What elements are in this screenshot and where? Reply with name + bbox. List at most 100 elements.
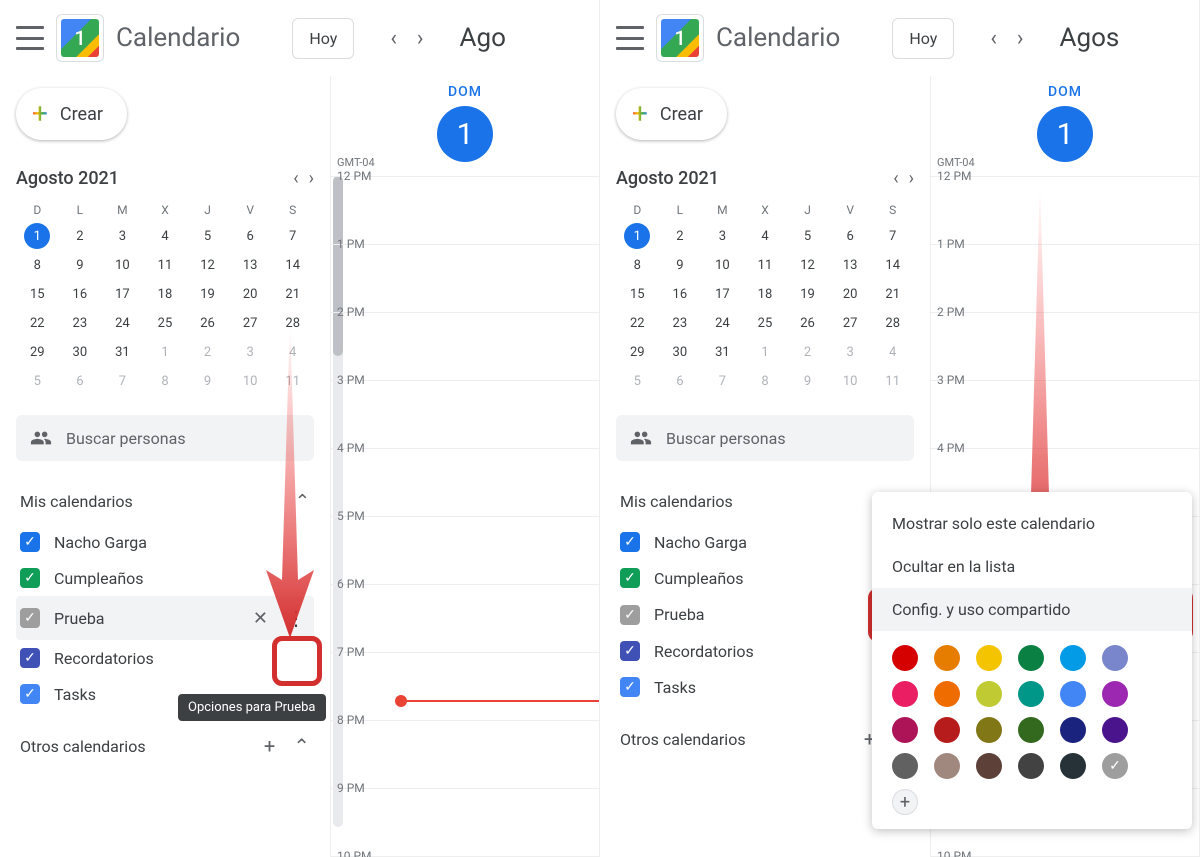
menu-icon[interactable] bbox=[616, 26, 644, 50]
mini-cal-day[interactable]: 6 bbox=[829, 223, 872, 250]
mini-cal-day[interactable]: 31 bbox=[701, 339, 744, 366]
mini-cal-day[interactable]: 28 bbox=[871, 310, 914, 337]
mini-cal-day[interactable]: 16 bbox=[659, 281, 702, 308]
calendar-checkbox[interactable]: ✓ bbox=[620, 605, 640, 625]
mini-cal-day[interactable]: 20 bbox=[229, 281, 272, 308]
chevron-up-icon[interactable]: ⌃ bbox=[293, 734, 310, 758]
mini-cal-day[interactable]: 5 bbox=[786, 223, 829, 250]
hour-row[interactable]: 6 PM bbox=[331, 584, 599, 652]
app-logo[interactable]: 1 bbox=[56, 14, 104, 62]
color-swatch[interactable] bbox=[976, 645, 1002, 671]
color-swatch[interactable] bbox=[1060, 645, 1086, 671]
color-swatch[interactable] bbox=[1060, 753, 1086, 779]
mini-cal-day[interactable]: 14 bbox=[271, 252, 314, 279]
mini-cal-day[interactable]: 16 bbox=[59, 281, 102, 308]
mini-cal-day[interactable]: 10 bbox=[229, 368, 272, 395]
add-color-icon[interactable]: + bbox=[892, 789, 918, 815]
mini-cal-day[interactable]: 4 bbox=[744, 223, 787, 250]
search-people[interactable]: Buscar personas bbox=[616, 415, 914, 461]
hour-row[interactable]: 9 PM bbox=[331, 788, 599, 856]
day-number[interactable]: 1 bbox=[1037, 106, 1093, 162]
menu-icon[interactable] bbox=[16, 26, 44, 50]
calendar-item[interactable]: ✓Nacho Garga bbox=[16, 524, 314, 560]
mini-cal-day[interactable]: 25 bbox=[744, 310, 787, 337]
color-swatch[interactable] bbox=[934, 681, 960, 707]
color-swatch[interactable] bbox=[892, 753, 918, 779]
hour-row[interactable]: 2 PM bbox=[331, 312, 599, 380]
mini-cal-day[interactable]: 1 bbox=[144, 339, 187, 366]
mini-cal-day[interactable]: 12 bbox=[186, 252, 229, 279]
color-swatch[interactable] bbox=[976, 681, 1002, 707]
next-icon[interactable]: › bbox=[409, 22, 432, 55]
mini-cal-day[interactable]: 11 bbox=[744, 252, 787, 279]
mini-cal-day[interactable]: 11 bbox=[144, 252, 187, 279]
mini-cal-day[interactable]: 1 bbox=[624, 223, 650, 249]
calendar-item[interactable]: ✓Tasks bbox=[616, 669, 914, 705]
mini-cal-day[interactable]: 1 bbox=[744, 339, 787, 366]
mini-cal-day[interactable]: 29 bbox=[16, 339, 59, 366]
today-button[interactable]: Hoy bbox=[892, 18, 954, 59]
hour-row[interactable]: 5 PM bbox=[331, 516, 599, 584]
calendar-item[interactable]: ✓Cumpleaños bbox=[616, 560, 914, 596]
color-swatch[interactable] bbox=[976, 753, 1002, 779]
mini-cal-day[interactable]: 23 bbox=[59, 310, 102, 337]
calendar-item[interactable]: ✓Recordatorios bbox=[616, 633, 914, 669]
mini-cal-day[interactable]: 5 bbox=[16, 368, 59, 395]
mini-cal-day[interactable]: 17 bbox=[101, 281, 144, 308]
mini-cal-day[interactable]: 9 bbox=[59, 252, 102, 279]
mini-cal-day[interactable]: 26 bbox=[186, 310, 229, 337]
mini-cal-day[interactable]: 4 bbox=[271, 339, 314, 366]
mini-cal-day[interactable]: 19 bbox=[786, 281, 829, 308]
mini-cal-day[interactable]: 9 bbox=[659, 252, 702, 279]
calendar-checkbox[interactable]: ✓ bbox=[620, 532, 640, 552]
mini-next-icon[interactable]: › bbox=[909, 168, 914, 189]
color-swatch[interactable] bbox=[892, 681, 918, 707]
mini-cal-day[interactable]: 17 bbox=[701, 281, 744, 308]
mini-cal-day[interactable]: 12 bbox=[786, 252, 829, 279]
hour-row[interactable]: 12 PM bbox=[331, 176, 599, 244]
other-calendars-header[interactable]: Otros calendarios + ⌃ bbox=[616, 717, 914, 761]
mini-cal-day[interactable]: 10 bbox=[101, 252, 144, 279]
calendar-checkbox[interactable]: ✓ bbox=[620, 568, 640, 588]
mini-cal-day[interactable]: 7 bbox=[271, 223, 314, 250]
hour-row[interactable]: 3 PM bbox=[331, 380, 599, 448]
mini-cal-day[interactable]: 21 bbox=[271, 281, 314, 308]
prev-icon[interactable]: ‹ bbox=[982, 22, 1005, 55]
mini-cal-day[interactable]: 8 bbox=[144, 368, 187, 395]
mini-cal-day[interactable]: 18 bbox=[144, 281, 187, 308]
mini-prev-icon[interactable]: ‹ bbox=[293, 168, 298, 189]
color-swatch[interactable] bbox=[1018, 717, 1044, 743]
color-swatch[interactable] bbox=[1018, 753, 1044, 779]
mini-cal-day[interactable]: 27 bbox=[229, 310, 272, 337]
hour-row[interactable]: 3 PM bbox=[931, 380, 1199, 448]
mini-cal-day[interactable]: 18 bbox=[744, 281, 787, 308]
hour-row[interactable]: 1 PM bbox=[331, 244, 599, 312]
mini-cal-day[interactable]: 31 bbox=[101, 339, 144, 366]
mini-calendar[interactable]: DLMXJVS123456789101112131415161718192021… bbox=[616, 199, 914, 395]
mini-cal-day[interactable]: 30 bbox=[59, 339, 102, 366]
hour-row[interactable]: 2 PM bbox=[931, 312, 1199, 380]
hide-calendar-icon[interactable]: ✕ bbox=[253, 608, 268, 629]
context-menu-item[interactable]: Mostrar solo este calendario bbox=[872, 502, 1192, 545]
mini-cal-day[interactable]: 5 bbox=[186, 223, 229, 250]
mini-cal-day[interactable]: 15 bbox=[616, 281, 659, 308]
mini-cal-day[interactable]: 24 bbox=[101, 310, 144, 337]
calendar-item[interactable]: ✓Prueba✕⋮ bbox=[16, 596, 314, 640]
hour-row[interactable]: 7 PM bbox=[331, 652, 599, 720]
mini-cal-day[interactable]: 3 bbox=[229, 339, 272, 366]
color-swatch[interactable] bbox=[1102, 681, 1128, 707]
color-swatch[interactable] bbox=[934, 753, 960, 779]
mini-cal-day[interactable]: 15 bbox=[16, 281, 59, 308]
mini-cal-day[interactable]: 22 bbox=[616, 310, 659, 337]
mini-cal-day[interactable]: 23 bbox=[659, 310, 702, 337]
color-swatch[interactable] bbox=[1018, 645, 1044, 671]
mini-cal-day[interactable]: 7 bbox=[871, 223, 914, 250]
mini-cal-day[interactable]: 4 bbox=[871, 339, 914, 366]
mini-cal-day[interactable]: 22 bbox=[16, 310, 59, 337]
calendar-item[interactable]: ✓Nacho Garga bbox=[616, 524, 914, 560]
mini-cal-day[interactable]: 9 bbox=[186, 368, 229, 395]
day-number[interactable]: 1 bbox=[437, 106, 493, 162]
mini-cal-day[interactable]: 25 bbox=[144, 310, 187, 337]
app-logo[interactable]: 1 bbox=[656, 14, 704, 62]
mini-cal-day[interactable]: 4 bbox=[144, 223, 187, 250]
